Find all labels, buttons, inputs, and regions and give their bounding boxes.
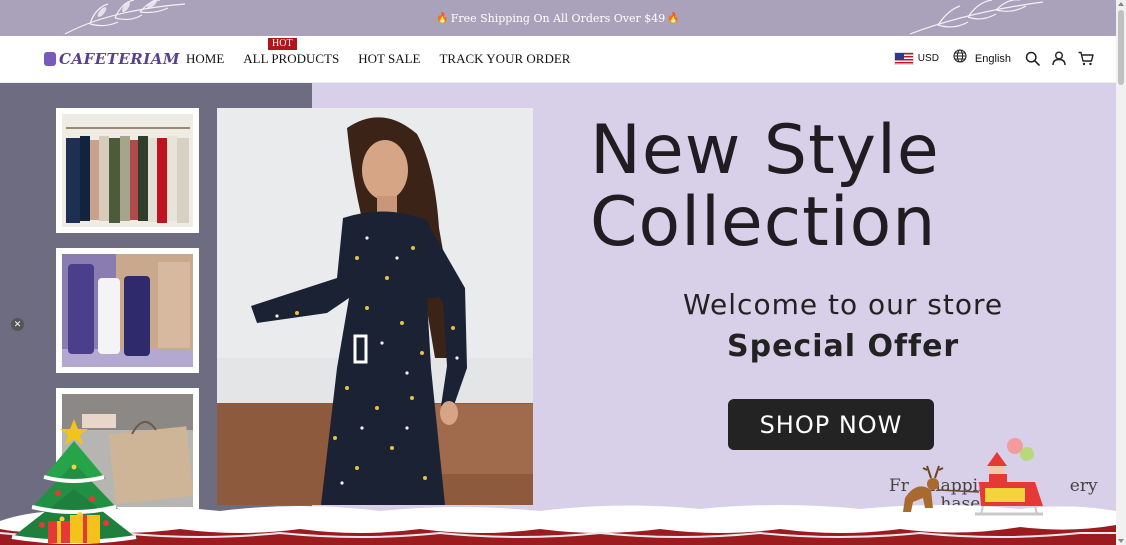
currency-selector[interactable]: USD <box>918 53 939 64</box>
globe-icon[interactable] <box>953 49 967 68</box>
main-nav: HOME ALL PRODUCTS HOT SALE TRACK YOUR OR… <box>186 51 589 67</box>
hero-banner[interactable]: New Style Collection Welcome to our stor… <box>0 83 1116 545</box>
hero-special-offer-text: Special Offer <box>727 329 960 364</box>
us-flag-icon[interactable] <box>893 52 914 65</box>
christmas-tree-decoration <box>10 419 138 544</box>
hero-title-line1: New Style <box>590 111 940 190</box>
hero-title-line2: Collection <box>590 183 937 262</box>
leaf-decoration-icon <box>64 0 186 35</box>
nav-home[interactable]: HOME <box>186 51 224 67</box>
leaf-decoration-icon <box>909 0 1044 35</box>
site-header: CAFETERIAM HOT HOME ALL PRODUCTS HOT SAL… <box>0 36 1116 83</box>
hero-title: New Style Collection <box>590 115 940 259</box>
announcement-flame-right-icon: 🔥 <box>667 12 680 24</box>
hero-welcome-text: Welcome to our store <box>683 288 1004 321</box>
scroll-down-icon[interactable] <box>1118 539 1124 543</box>
thumbnail-clothing-rack <box>56 108 199 233</box>
hot-badge: HOT <box>268 38 297 50</box>
language-selector[interactable]: English <box>975 53 1011 65</box>
nav-all-products[interactable]: ALL PRODUCTS <box>243 51 339 67</box>
logo-text: CAFETERIAM <box>59 50 180 68</box>
announcement-bar: 🔥 Free Shipping On All Orders Over $49 🔥 <box>0 0 1116 36</box>
header-actions: USD English <box>893 49 1094 68</box>
page-scrollbar[interactable] <box>1116 0 1126 545</box>
thumbnail-cosmetics <box>56 248 199 373</box>
close-decoration-button[interactable]: ✕ <box>11 318 24 331</box>
announcement-text: Free Shipping On All Orders Over $49 <box>450 11 666 25</box>
santa-sleigh-decoration <box>903 438 1043 516</box>
cosmetics-image <box>62 254 193 367</box>
announcement-flame-left-icon: 🔥 <box>436 12 449 24</box>
nav-track-order[interactable]: TRACK YOUR ORDER <box>439 51 570 67</box>
site-logo[interactable]: CAFETERIAM <box>44 50 180 68</box>
footer-msg-part3: ery <box>1069 476 1098 496</box>
user-icon[interactable] <box>1052 51 1066 66</box>
scrollbar-thumb[interactable] <box>1118 10 1124 85</box>
search-icon[interactable] <box>1025 51 1040 66</box>
cart-icon[interactable] <box>1078 51 1094 66</box>
logo-mark-icon <box>44 52 56 66</box>
scroll-up-icon[interactable] <box>1118 2 1124 6</box>
model-image <box>217 108 533 505</box>
nav-hot-sale[interactable]: HOT SALE <box>358 51 420 67</box>
clothing-rack-image <box>62 114 193 227</box>
